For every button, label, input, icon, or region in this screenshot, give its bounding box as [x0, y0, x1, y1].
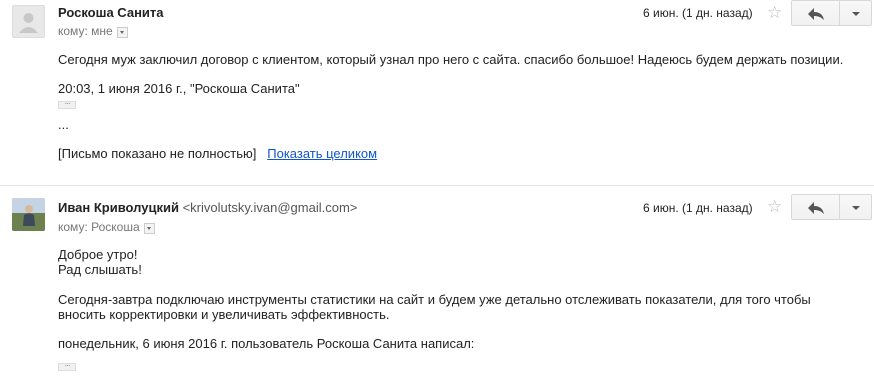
avatar[interactable]: [12, 198, 45, 231]
avatar[interactable]: [12, 5, 45, 38]
show-details-icon[interactable]: [143, 222, 155, 234]
more-options-button[interactable]: [840, 0, 872, 26]
message-date[interactable]: 6 июн. (1 дн. назад): [643, 201, 753, 215]
truncated-note: [Письмо показано не полностью]: [58, 146, 257, 161]
show-full-link[interactable]: Показать целиком: [267, 146, 377, 161]
sender-name[interactable]: Роскоша Санита: [58, 5, 164, 20]
reply-button[interactable]: [791, 0, 840, 26]
message-body-line: Рад слышать!: [58, 262, 142, 277]
to-label: кому: Роскоша: [58, 220, 140, 234]
default-avatar-icon: [19, 13, 38, 33]
message-1: Роскоша Санита кому: мне 6 июн. (1 дн. н…: [0, 0, 874, 185]
ellipsis-icon[interactable]: ···: [58, 100, 76, 109]
sender-name[interactable]: Иван Криволуцкий <krivolutsky.ivan@gmail…: [58, 200, 357, 215]
quote-header: 20:03, 1 июня 2016 г., "Роскоша Санита": [58, 81, 300, 96]
ellipsis-text: ...: [58, 117, 69, 132]
message-body-line: Сегодня-завтра подключаю инструменты ста…: [58, 292, 811, 307]
reply-icon: [808, 8, 824, 20]
truncation-row: [Письмо показано не полностью] Показать …: [58, 146, 377, 162]
star-icon[interactable]: ☆: [767, 198, 782, 215]
message-date[interactable]: 6 июн. (1 дн. назад): [643, 6, 753, 20]
quote-header: понедельник, 6 июня 2016 г. пользователь…: [58, 336, 475, 351]
avatar-photo-icon: [12, 198, 45, 231]
recipients: кому: мне: [58, 24, 128, 38]
to-label: кому: мне: [58, 24, 113, 38]
sender-name-text: Роскоша Санита: [58, 5, 164, 20]
reply-icon: [808, 202, 824, 214]
message-body-line: Доброе утро!: [58, 247, 138, 262]
more-options-button[interactable]: [840, 194, 872, 220]
recipients: кому: Роскоша: [58, 220, 155, 234]
ellipsis-icon[interactable]: ···: [58, 362, 76, 371]
message-2: Иван Криволуцкий <krivolutsky.ivan@gmail…: [0, 186, 874, 379]
message-body-line: Сегодня муж заключил договор с клиентом,…: [58, 52, 844, 67]
message-body-line: вносить корректировки и увеличивать эффе…: [58, 307, 390, 322]
star-icon[interactable]: ☆: [767, 4, 782, 21]
sender-email: <krivolutsky.ivan@gmail.com>: [182, 200, 358, 215]
show-details-icon[interactable]: [116, 26, 128, 38]
sender-name-text: Иван Криволуцкий: [58, 200, 179, 215]
reply-button[interactable]: [791, 194, 840, 220]
